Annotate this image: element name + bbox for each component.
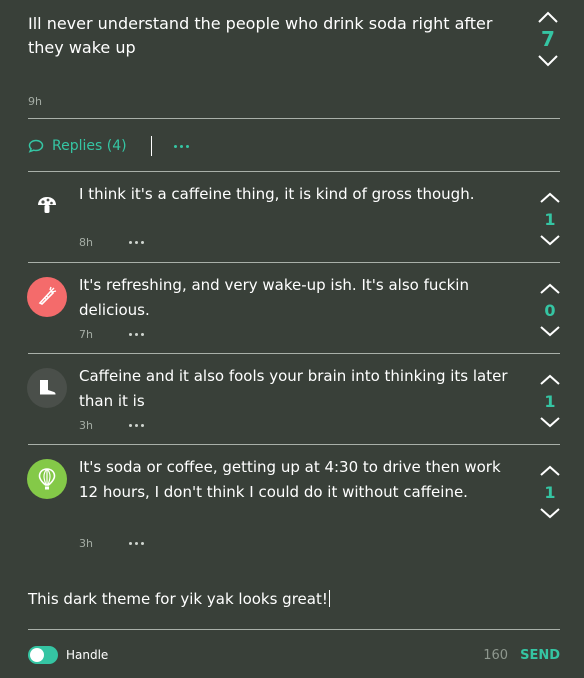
comment-meta: 3h [79, 537, 144, 550]
upvote-button[interactable] [530, 282, 570, 295]
chevron-down-icon [540, 417, 560, 428]
chevron-down-icon [540, 326, 560, 337]
chevron-up-icon [540, 192, 560, 203]
comment-more-options[interactable] [128, 333, 144, 336]
comment: It's soda or coffee, getting up at 4:30 … [0, 444, 584, 560]
post-vote-count: 7 [541, 27, 555, 51]
mushroom-icon [38, 197, 56, 213]
upvote-button[interactable] [530, 373, 570, 386]
comment-meta: 3h [79, 419, 144, 432]
chevron-up-icon [540, 283, 560, 294]
avatar [27, 185, 67, 225]
handle-control: Handle [28, 646, 108, 664]
comment-text: It's refreshing, and very wake-up ish. I… [79, 276, 469, 319]
downvote-button[interactable] [530, 507, 570, 520]
comment-more-options[interactable] [128, 542, 144, 545]
chevron-down-icon [538, 55, 558, 67]
reply-input[interactable]: This dark theme for yik yak looks great! [28, 590, 330, 608]
replies-label: Replies (4) [52, 138, 127, 154]
comment-vote: 1 [530, 191, 570, 247]
comment: Caffeine and it also fools your brain in… [0, 353, 584, 444]
comment-vote-count: 1 [544, 210, 556, 229]
divider [28, 118, 560, 119]
composer-underline [28, 629, 560, 630]
boot-icon [40, 380, 56, 396]
comment-time: 3h [79, 419, 93, 432]
text-caret [328, 590, 330, 607]
comment-vote-count: 1 [544, 392, 556, 411]
downvote-button[interactable] [528, 54, 568, 68]
comment-meta: 8h [79, 236, 144, 249]
comment-text: Caffeine and it also fools your brain in… [79, 367, 508, 410]
comment-time: 7h [79, 328, 93, 341]
chevron-down-icon [540, 235, 560, 246]
handle-toggle[interactable] [28, 646, 58, 664]
comment-more-options[interactable] [128, 241, 144, 244]
comment-vote: 1 [530, 464, 570, 520]
char-count: 160 [483, 647, 509, 663]
hot-air-balloon-icon [38, 468, 56, 490]
downvote-button[interactable] [530, 234, 570, 247]
downvote-button[interactable] [530, 416, 570, 429]
comment-text: I think it's a caffeine thing, it is kin… [79, 185, 475, 203]
send-button[interactable]: SEND [520, 648, 560, 663]
comment-vote-count: 0 [544, 301, 556, 320]
comment: I think it's a caffeine thing, it is kin… [0, 171, 584, 262]
composer-footer: Handle 160 SEND [28, 645, 560, 665]
upvote-button[interactable] [528, 10, 568, 24]
avatar [27, 459, 67, 499]
comment-vote-count: 1 [544, 483, 556, 502]
comment-vote: 1 [530, 373, 570, 429]
reply-input-value: This dark theme for yik yak looks great! [28, 590, 328, 608]
comment-time: 3h [79, 537, 93, 550]
downvote-button[interactable] [530, 325, 570, 338]
handle-label: Handle [66, 648, 109, 662]
post-time: 9h [28, 95, 42, 108]
comment-text: It's soda or coffee, getting up at 4:30 … [79, 458, 501, 501]
avatar [27, 368, 67, 408]
comment-more-options[interactable] [128, 424, 144, 427]
chevron-up-icon [540, 465, 560, 476]
post-more-options[interactable] [173, 144, 189, 148]
upvote-button[interactable] [530, 464, 570, 477]
chevron-down-icon [540, 508, 560, 519]
post-vote: 7 [528, 10, 568, 68]
replies-separator [150, 136, 152, 156]
avatar [27, 277, 67, 317]
replies-toggle[interactable]: Replies (4) [28, 138, 127, 154]
comment-vote: 0 [530, 282, 570, 338]
post-text: Ill never understand the people who drin… [28, 14, 493, 57]
comment: It's refreshing, and very wake-up ish. I… [0, 262, 584, 353]
comment-meta: 7h [79, 328, 144, 341]
send-area: 160 SEND [483, 648, 560, 663]
upvote-button[interactable] [530, 191, 570, 204]
chevron-up-icon [540, 374, 560, 385]
comment-time: 8h [79, 236, 93, 249]
chevron-up-icon [538, 11, 558, 23]
replies-bar: Replies (4) [28, 134, 189, 158]
carrot-icon [38, 286, 57, 305]
speech-bubble-icon [28, 139, 44, 153]
